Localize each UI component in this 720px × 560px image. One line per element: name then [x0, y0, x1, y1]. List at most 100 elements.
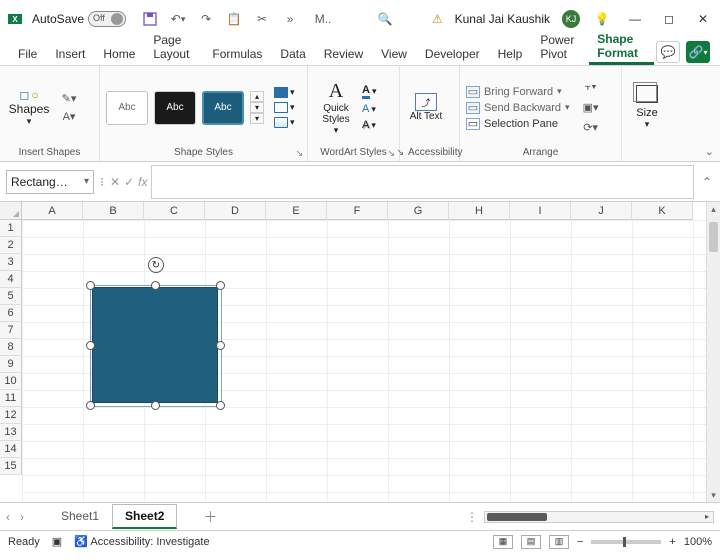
qat-more-icon[interactable]: »: [280, 9, 300, 29]
resize-handle-sw[interactable]: [86, 401, 95, 410]
warning-icon[interactable]: ⚠: [432, 12, 443, 26]
page-layout-view-button[interactable]: ▤: [521, 535, 541, 549]
accessibility-launcher-icon[interactable]: ↘: [397, 147, 405, 158]
scroll-thumb[interactable]: [709, 222, 718, 252]
page-break-view-button[interactable]: ▥: [549, 535, 569, 549]
resize-handle-ne[interactable]: [216, 281, 225, 290]
share-button[interactable]: 🔗▾: [686, 41, 710, 63]
gallery-up-icon[interactable]: ▴: [250, 91, 264, 102]
scroll-right-icon[interactable]: ▸: [701, 512, 713, 522]
resize-handle-w[interactable]: [86, 341, 95, 350]
select-all-button[interactable]: [0, 202, 22, 220]
shape-effects-button[interactable]: ▾: [274, 117, 295, 128]
edit-shape-icon[interactable]: ✎▾: [60, 92, 78, 106]
tab-review[interactable]: Review: [316, 43, 371, 65]
normal-view-button[interactable]: ▦: [493, 535, 513, 549]
resize-handle-se[interactable]: [216, 401, 225, 410]
tab-file[interactable]: File: [10, 43, 45, 65]
style-option-3[interactable]: Abc: [202, 91, 244, 125]
style-option-2[interactable]: Abc: [154, 91, 196, 125]
user-avatar[interactable]: KJ: [562, 10, 580, 28]
accessibility-status[interactable]: ♿ Accessibility: Investigate: [74, 535, 209, 548]
zoom-level[interactable]: 100%: [684, 536, 712, 548]
shapes-button[interactable]: ◻○ Shapes ▾: [6, 88, 52, 127]
zoom-in-button[interactable]: +: [669, 536, 675, 548]
quick-styles-button[interactable]: A Quick Styles ▾: [314, 80, 358, 136]
tab-home[interactable]: Home: [95, 43, 143, 65]
send-backward-button[interactable]: ▭Send Backward▾: [466, 102, 570, 114]
align-button[interactable]: ⫟▾: [582, 81, 600, 95]
size-button[interactable]: Size ▾: [628, 85, 666, 130]
undo-icon[interactable]: ↶▾: [168, 9, 188, 29]
sheet-nav-prev-icon[interactable]: ‹: [6, 510, 10, 524]
search-icon[interactable]: 🔍: [375, 9, 395, 29]
collapse-ribbon-icon[interactable]: ⌄: [705, 145, 714, 158]
resize-handle-n[interactable]: [151, 281, 160, 290]
shape-styles-gallery[interactable]: Abc Abc Abc ▴ ▾ ▾: [106, 91, 264, 125]
cancel-formula-icon[interactable]: ✕: [110, 175, 120, 189]
fx-icon[interactable]: fx: [138, 175, 147, 189]
search-text[interactable]: M..: [308, 9, 338, 29]
rectangle-shape[interactable]: [92, 287, 218, 403]
tab-view[interactable]: View: [373, 43, 415, 65]
macro-recorder-icon[interactable]: ▣: [52, 535, 62, 548]
sheet-nav-next-icon[interactable]: ›: [20, 510, 24, 524]
worksheet-grid[interactable]: A B C D E F G H I J K 1 2 3 4 5 6 7 8 9 …: [0, 202, 720, 502]
scroll-down-icon[interactable]: ▾: [707, 488, 720, 502]
shape-outline-button[interactable]: ▾: [274, 102, 295, 113]
lightbulb-icon[interactable]: 💡: [592, 9, 612, 29]
bring-forward-button[interactable]: ▭Bring Forward▾: [466, 86, 570, 98]
autosave-toggle[interactable]: AutoSave Off: [32, 11, 126, 27]
zoom-slider[interactable]: [591, 540, 661, 544]
hscroll-thumb[interactable]: [487, 513, 547, 521]
tab-data[interactable]: Data: [272, 43, 313, 65]
redo-icon[interactable]: ↷: [196, 9, 216, 29]
alt-text-button[interactable]: ⤴ Alt Text: [406, 93, 446, 122]
expand-formula-bar-icon[interactable]: ⌃: [700, 175, 714, 189]
wordart-launcher-icon[interactable]: ↘: [387, 148, 395, 159]
tab-developer[interactable]: Developer: [417, 43, 488, 65]
sheet-tab-sheet2[interactable]: Sheet2: [112, 504, 177, 529]
tab-page-layout[interactable]: Page Layout: [145, 29, 202, 65]
vertical-scrollbar[interactable]: ▴ ▾: [706, 202, 720, 502]
tab-help[interactable]: Help: [490, 43, 531, 65]
shape-styles-launcher-icon[interactable]: ↘: [295, 148, 303, 159]
sheet-tab-sheet1[interactable]: Sheet1: [48, 504, 112, 529]
text-fill-button[interactable]: A▾: [362, 84, 376, 99]
column-headers[interactable]: A B C D E F G H I J K: [22, 202, 706, 220]
zoom-out-button[interactable]: −: [577, 536, 583, 548]
paste-icon[interactable]: 📋: [224, 9, 244, 29]
gallery-down-icon[interactable]: ▾: [250, 102, 264, 113]
scroll-up-icon[interactable]: ▴: [707, 202, 720, 216]
maximize-button[interactable]: ◻: [658, 8, 680, 30]
text-effects-button[interactable]: A▾: [362, 119, 376, 131]
resize-handle-e[interactable]: [216, 341, 225, 350]
formula-bar[interactable]: [151, 165, 694, 199]
tab-formulas[interactable]: Formulas: [204, 43, 270, 65]
comments-button[interactable]: 💬: [656, 41, 680, 63]
shape-fill-button[interactable]: ▾: [274, 87, 295, 98]
resize-handle-nw[interactable]: [86, 281, 95, 290]
tab-insert[interactable]: Insert: [47, 43, 93, 65]
row-headers[interactable]: 1 2 3 4 5 6 7 8 9 10 11 12 13 14 15: [0, 220, 22, 475]
gallery-more-icon[interactable]: ▾: [250, 113, 264, 124]
add-sheet-button[interactable]: ＋: [203, 507, 217, 527]
resize-handle-s[interactable]: [151, 401, 160, 410]
minimize-button[interactable]: —: [624, 8, 646, 30]
style-option-1[interactable]: Abc: [106, 91, 148, 125]
selection-pane-button[interactable]: ▭Selection Pane: [466, 118, 570, 130]
group-button[interactable]: ▣▾: [582, 101, 600, 115]
enter-formula-icon[interactable]: ✓: [124, 175, 134, 189]
sheet-options-icon[interactable]: ⋮: [466, 510, 478, 524]
name-box[interactable]: Rectang… ▾: [6, 170, 94, 194]
chevron-down-icon[interactable]: ▾: [84, 176, 89, 187]
rotate-button[interactable]: ⟳▾: [582, 121, 600, 135]
text-outline-button[interactable]: A▾: [362, 103, 376, 115]
rotation-handle[interactable]: [148, 257, 164, 273]
save-icon[interactable]: [140, 9, 160, 29]
horizontal-scrollbar[interactable]: ◂ ▸: [484, 511, 714, 523]
close-button[interactable]: ✕: [692, 8, 714, 30]
tab-power-pivot[interactable]: Power Pivot: [532, 29, 587, 65]
tab-shape-format[interactable]: Shape Format: [589, 28, 654, 65]
text-box-icon[interactable]: A▾: [60, 110, 78, 124]
